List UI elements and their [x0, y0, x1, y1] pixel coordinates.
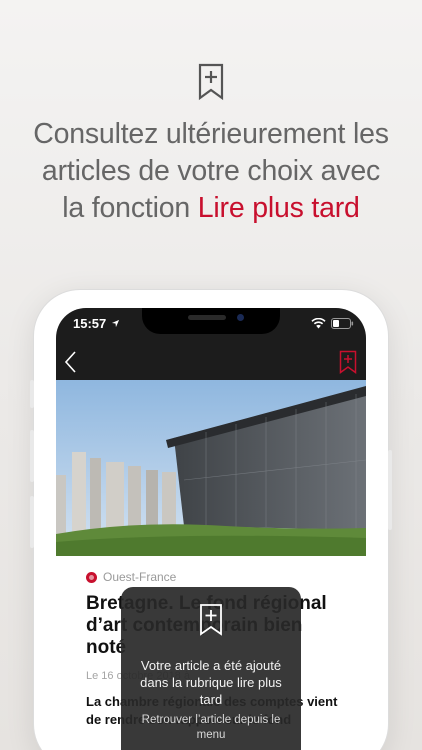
- status-time-text: 15:57: [73, 316, 107, 331]
- phone-notch: [142, 308, 280, 334]
- phone-mute-switch: [30, 380, 34, 408]
- phone-power-button: [388, 450, 392, 530]
- speaker-grille: [188, 315, 226, 320]
- toast-message: Votre article a été ajouté dans la rubri…: [140, 658, 282, 707]
- article-hero-image: [56, 380, 366, 556]
- bookmark-plus-icon[interactable]: [339, 350, 357, 374]
- saved-toast: Votre article a été ajouté dans la rubri…: [121, 587, 301, 750]
- phone-volume-down: [30, 496, 34, 548]
- location-arrow-icon: [111, 319, 119, 328]
- wifi-icon: [311, 318, 326, 329]
- headline-prefix: la fonction: [62, 192, 198, 224]
- headline-line-2: articles de votre choix avec: [41, 155, 381, 187]
- status-bar: 15:57: [56, 308, 366, 344]
- phone-volume-up: [30, 430, 34, 482]
- headline-accent: Lire plus tard: [197, 192, 360, 224]
- status-time: 15:57: [73, 316, 120, 331]
- toast-hint[interactable]: Retrouver l’article depuis le menu: [129, 713, 293, 743]
- bookmark-plus-icon: [198, 63, 224, 101]
- article-source: Ouest-France: [86, 570, 346, 584]
- headline-line-3: la fonction Lire plus tard: [0, 190, 422, 227]
- promo-headline: Consultez ultérieurement les articles de…: [0, 116, 422, 227]
- battery-icon: [331, 318, 354, 329]
- front-camera: [237, 314, 244, 321]
- status-icons: [311, 318, 354, 329]
- bookmark-plus-icon: [200, 604, 222, 636]
- headline-line-1: Consultez ultérieurement les: [33, 118, 389, 150]
- chevron-left-icon[interactable]: [62, 349, 84, 375]
- nav-bar: [56, 344, 366, 380]
- source-name: Ouest-France: [103, 570, 177, 584]
- source-logo-icon: [86, 571, 97, 583]
